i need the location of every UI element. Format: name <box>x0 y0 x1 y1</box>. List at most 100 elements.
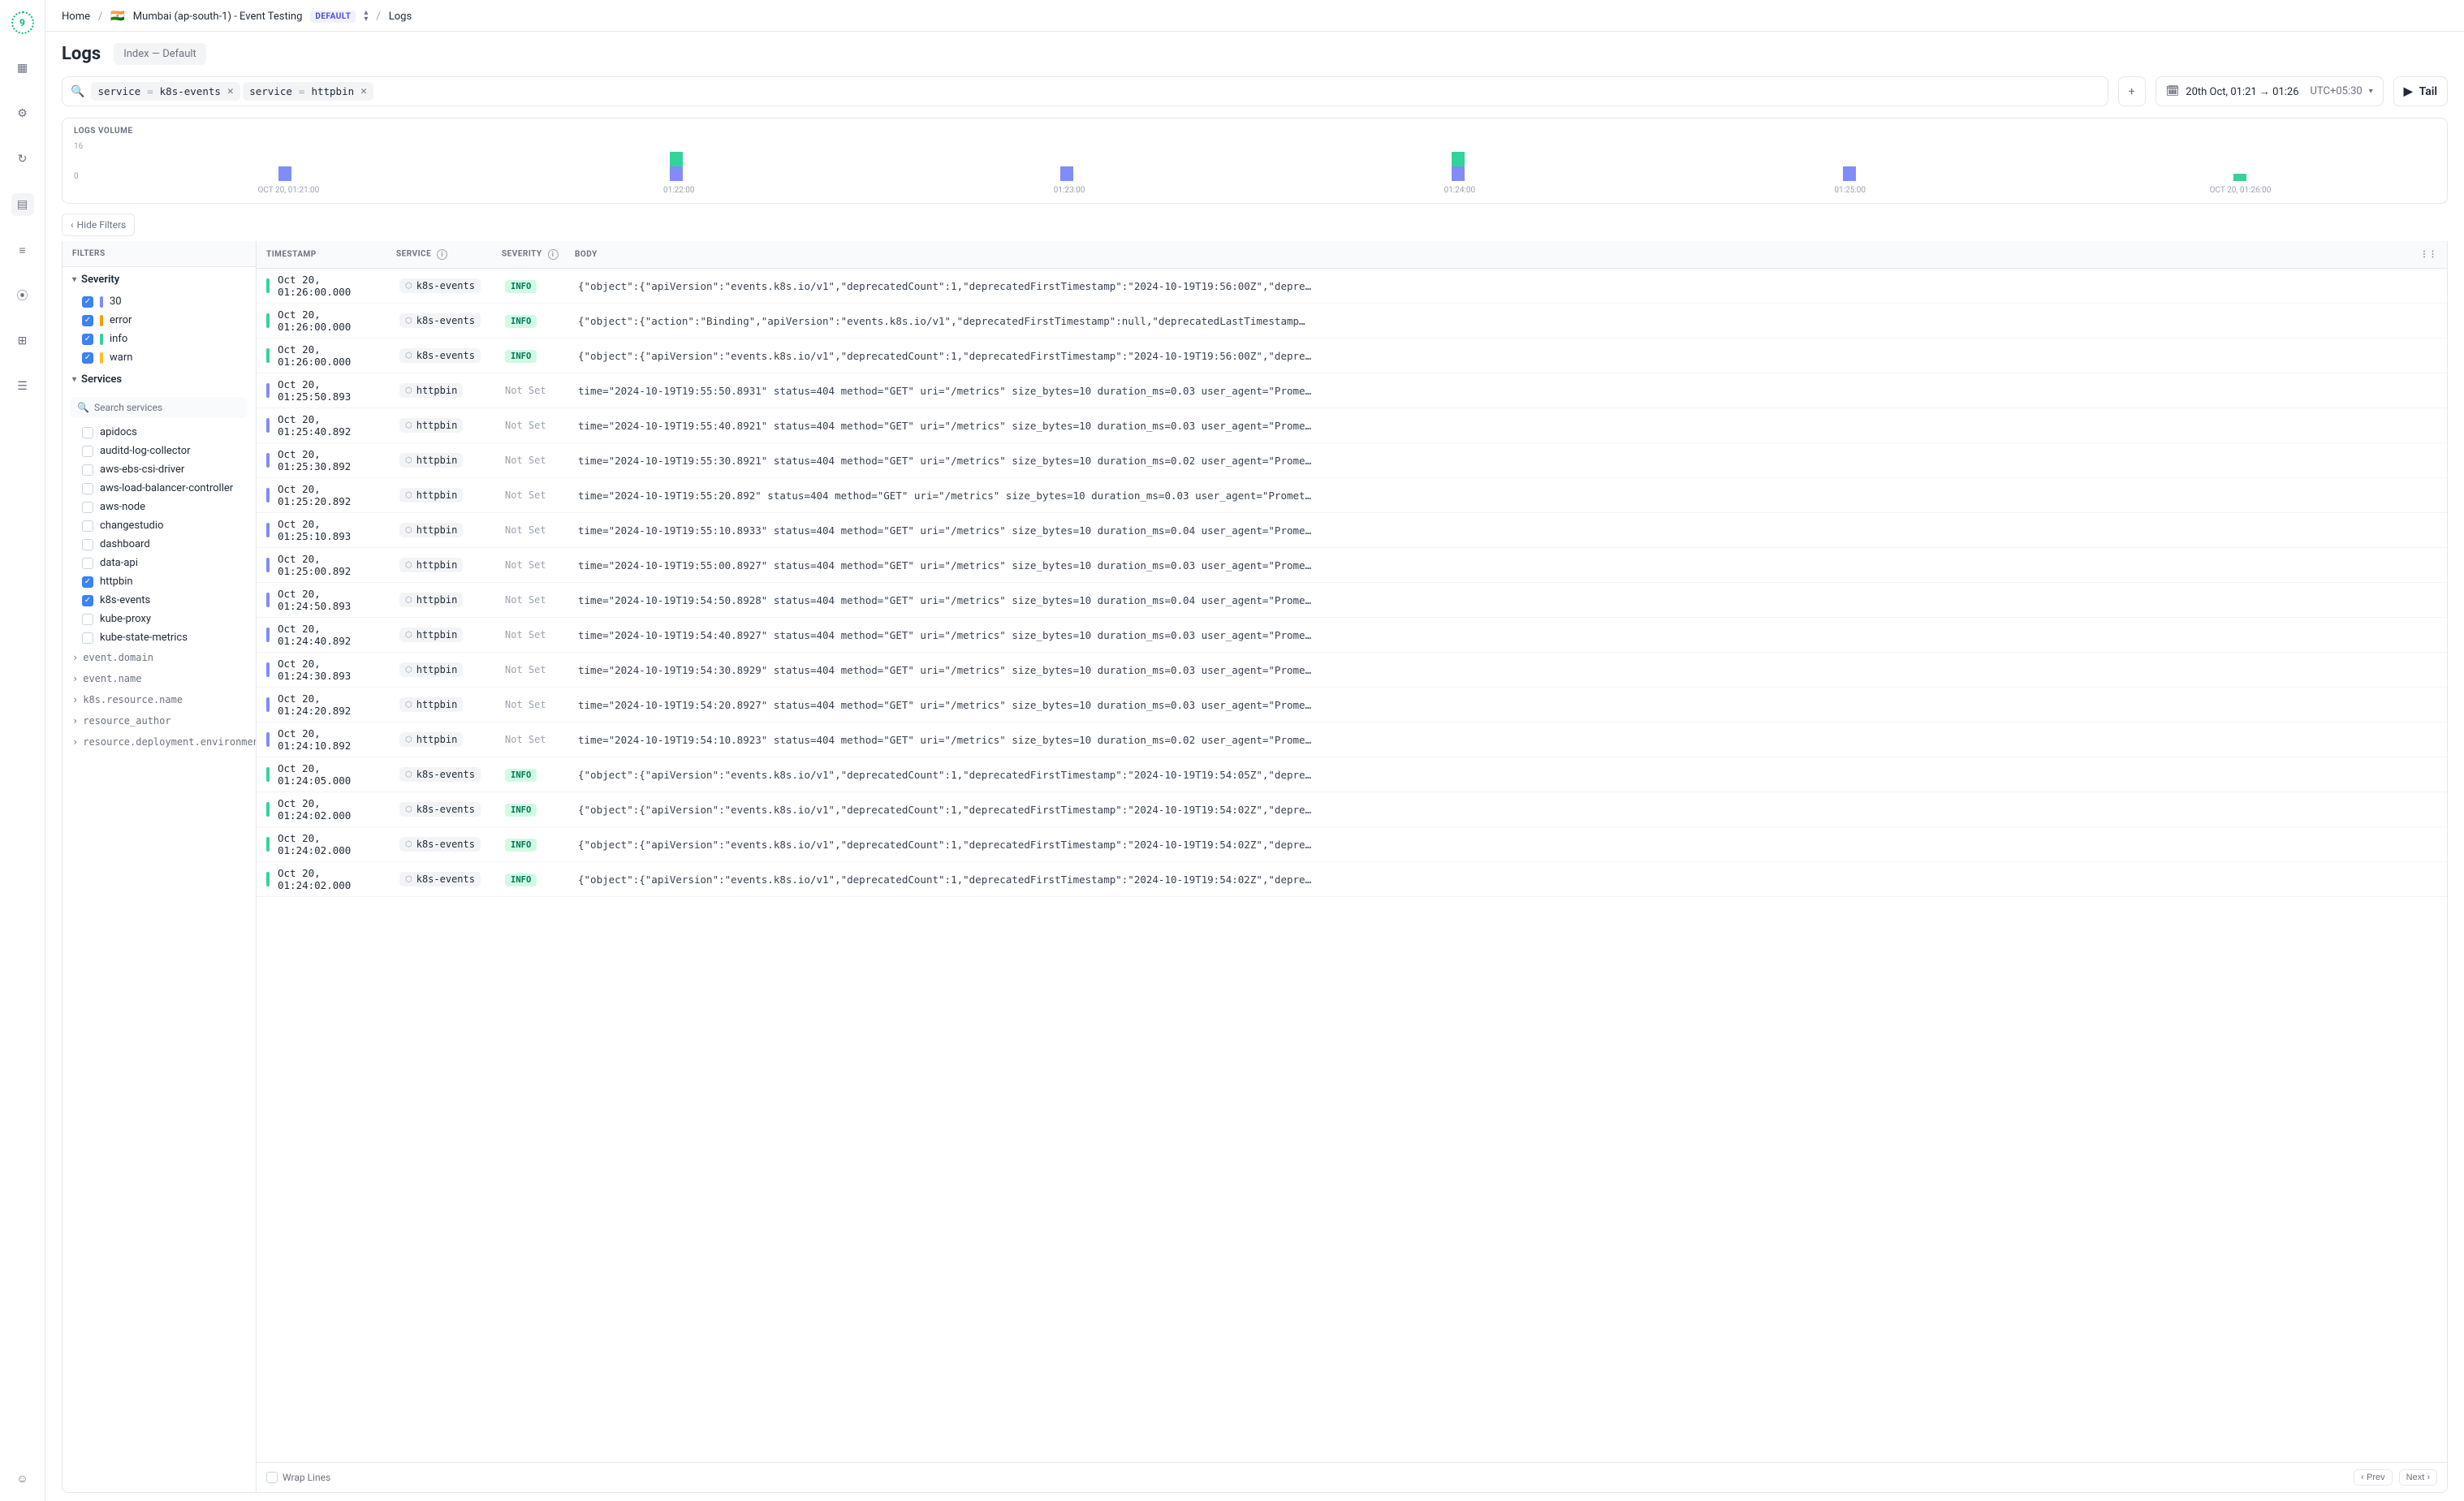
table-row[interactable]: Oct 20, 01:24:10.892⬡httpbinNot Settime=… <box>257 722 2447 757</box>
checkbox-icon: ✓ <box>82 315 93 326</box>
facet-severity-header[interactable]: ▾ Severity <box>63 267 256 292</box>
plus-box-icon[interactable]: ⊞ <box>11 330 34 352</box>
table-row[interactable]: Oct 20, 01:24:40.892⬡httpbinNot Settime=… <box>257 618 2447 653</box>
service-chip[interactable]: ⬡httpbin <box>399 732 463 747</box>
table-row[interactable]: Oct 20, 01:26:00.000⬡k8s-eventsINFO{"obj… <box>257 304 2447 339</box>
gear-icon[interactable]: ⚙ <box>11 102 34 125</box>
service-chip[interactable]: ⬡httpbin <box>399 558 463 572</box>
service-filter-item[interactable]: dashboard <box>63 535 256 554</box>
table-row[interactable]: Oct 20, 01:24:50.893⬡httpbinNot Settime=… <box>257 583 2447 618</box>
table-row[interactable]: Oct 20, 01:24:30.893⬡httpbinNot Settime=… <box>257 653 2447 688</box>
attribute-facet[interactable]: ›event.name <box>63 668 256 689</box>
prev-button[interactable]: ‹ Prev <box>2354 1469 2392 1486</box>
search-input[interactable]: 🔍 service=k8s-events✕ service=httpbin✕ <box>62 76 2108 106</box>
columns-config-icon[interactable]: ⋮⋮ <box>2418 250 2437 259</box>
service-chip[interactable]: ⬡httpbin <box>399 662 463 677</box>
service-chip[interactable]: ⬡k8s-events <box>399 313 481 328</box>
severity-filter-item[interactable]: ✓error <box>63 311 256 330</box>
col-body[interactable]: BODY <box>575 250 2418 259</box>
table-row[interactable]: Oct 20, 01:24:02.000⬡k8s-eventsINFO{"obj… <box>257 827 2447 862</box>
logs-icon[interactable]: ▤ <box>11 193 34 216</box>
table-row[interactable]: Oct 20, 01:25:10.893⬡httpbinNot Settime=… <box>257 513 2447 548</box>
dashboard-icon[interactable]: ▦ <box>11 57 34 80</box>
table-row[interactable]: Oct 20, 01:24:05.000⬡k8s-eventsINFO{"obj… <box>257 757 2447 792</box>
table-row[interactable]: Oct 20, 01:26:00.000⬡k8s-eventsINFO{"obj… <box>257 269 2447 304</box>
breadcrumb-region[interactable]: Mumbai (ap-south-1) - Event Testing <box>133 11 303 23</box>
attribute-facet[interactable]: ›k8s.resource.name <box>63 689 256 710</box>
service-filter-item[interactable]: apidocs <box>63 423 256 442</box>
severity-filter-item[interactable]: ✓warn <box>63 348 256 367</box>
service-filter-item[interactable]: auditd-log-collector <box>63 442 256 460</box>
attribute-facet[interactable]: ›resource.deployment.environment <box>63 731 256 753</box>
service-chip[interactable]: ⬡k8s-events <box>399 837 481 852</box>
next-button[interactable]: Next › <box>2399 1469 2437 1486</box>
region-switcher-icon[interactable]: ▴▾ <box>364 10 368 23</box>
facet-services-header[interactable]: ▾ Services <box>63 367 256 392</box>
service-chip[interactable]: ⬡httpbin <box>399 488 463 502</box>
service-chip[interactable]: ⬡k8s-events <box>399 278 481 293</box>
refresh-icon[interactable]: ↻ <box>11 148 34 170</box>
tail-button[interactable]: ▶ Tail <box>2393 76 2448 106</box>
severity-filter-item[interactable]: ✓30 <box>63 292 256 311</box>
row-body: {"object":{"action":"Binding","apiVersio… <box>578 315 2437 327</box>
row-body: time="2024-10-19T19:55:00.8927" status=4… <box>578 559 2437 572</box>
brand-logo-icon[interactable]: 9 <box>11 11 34 34</box>
service-chip[interactable]: ⬡k8s-events <box>399 767 481 782</box>
service-chip[interactable]: ⬡httpbin <box>399 383 463 398</box>
col-service[interactable]: SERVICE i <box>396 249 502 260</box>
service-chip[interactable]: ⬡httpbin <box>399 523 463 537</box>
service-chip[interactable]: ⬡k8s-events <box>399 802 481 817</box>
table-row[interactable]: Oct 20, 01:24:02.000⬡k8s-eventsINFO{"obj… <box>257 792 2447 827</box>
attribute-facet[interactable]: ›resource_author <box>63 710 256 731</box>
service-chip[interactable]: ⬡k8s-events <box>399 348 481 363</box>
col-severity[interactable]: SEVERITY i <box>502 249 575 260</box>
service-filter-item[interactable]: data-api <box>63 554 256 572</box>
filter-icon[interactable]: ≡ <box>11 239 34 261</box>
breadcrumb-home[interactable]: Home <box>62 11 90 23</box>
hide-filters-button[interactable]: ‹ Hide Filters <box>62 214 135 236</box>
service-filter-item[interactable]: kube-proxy <box>63 610 256 628</box>
chart-bars <box>89 142 2436 181</box>
service-chip[interactable]: ⬡httpbin <box>399 697 463 712</box>
table-row[interactable]: Oct 20, 01:25:30.892⬡httpbinNot Settime=… <box>257 443 2447 478</box>
table-row[interactable]: Oct 20, 01:25:00.892⬡httpbinNot Settime=… <box>257 548 2447 583</box>
service-chip[interactable]: ⬡k8s-events <box>399 872 481 886</box>
service-chip[interactable]: ⬡httpbin <box>399 628 463 642</box>
table-row[interactable]: Oct 20, 01:25:20.892⬡httpbinNot Settime=… <box>257 478 2447 513</box>
query-token[interactable]: service=httpbin✕ <box>243 82 373 101</box>
table-row[interactable]: Oct 20, 01:25:50.893⬡httpbinNot Settime=… <box>257 373 2447 408</box>
info-icon[interactable]: i <box>437 249 447 260</box>
service-chip[interactable]: ⬡httpbin <box>399 418 463 433</box>
service-label: aws-ebs-csi-driver <box>100 464 184 476</box>
row-timestamp: Oct 20, 01:24:02.000 <box>278 832 399 856</box>
info-icon[interactable]: i <box>548 249 559 260</box>
col-timestamp[interactable]: TIMESTAMP <box>266 250 396 259</box>
attribute-facet[interactable]: ›event.domain <box>63 647 256 668</box>
service-chip[interactable]: ⬡httpbin <box>399 593 463 607</box>
table-row[interactable]: Oct 20, 01:25:40.892⬡httpbinNot Settime=… <box>257 408 2447 443</box>
services-search-input[interactable]: 🔍 Search services <box>71 397 248 418</box>
service-filter-item[interactable]: changestudio <box>63 516 256 535</box>
sliders-icon[interactable]: ☰ <box>11 375 34 398</box>
table-row[interactable]: Oct 20, 01:26:00.000⬡k8s-eventsINFO{"obj… <box>257 339 2447 373</box>
timerange-picker[interactable]: 🗓 20th Oct, 01:21 → 01:26 UTC+05:30 ▾ <box>2155 76 2384 106</box>
table-row[interactable]: Oct 20, 01:24:20.892⬡httpbinNot Settime=… <box>257 688 2447 722</box>
service-filter-item[interactable]: aws-node <box>63 498 256 516</box>
remove-token-icon[interactable]: ✕ <box>227 85 234 97</box>
service-filter-item[interactable]: aws-load-balancer-controller <box>63 479 256 498</box>
row-body: time="2024-10-19T19:54:50.8928" status=4… <box>578 594 2437 606</box>
table-row[interactable]: Oct 20, 01:24:02.000⬡k8s-eventsINFO{"obj… <box>257 862 2447 897</box>
remove-token-icon[interactable]: ✕ <box>360 85 367 97</box>
service-filter-item[interactable]: ✓k8s-events <box>63 591 256 610</box>
service-chip[interactable]: ⬡httpbin <box>399 453 463 468</box>
service-filter-item[interactable]: kube-state-metrics <box>63 628 256 647</box>
severity-filter-item[interactable]: ✓info <box>63 330 256 348</box>
user-icon[interactable]: ☺ <box>11 1467 34 1490</box>
query-token[interactable]: service=k8s-events✕ <box>91 82 239 101</box>
index-selector[interactable]: Index — Default <box>114 43 206 65</box>
broadcast-icon[interactable]: ⦿ <box>11 284 34 307</box>
service-filter-item[interactable]: ✓httpbin <box>63 572 256 591</box>
add-filter-button[interactable]: + <box>2118 76 2146 106</box>
wrap-lines-toggle[interactable]: Wrap Lines <box>266 1472 330 1483</box>
service-filter-item[interactable]: aws-ebs-csi-driver <box>63 460 256 479</box>
